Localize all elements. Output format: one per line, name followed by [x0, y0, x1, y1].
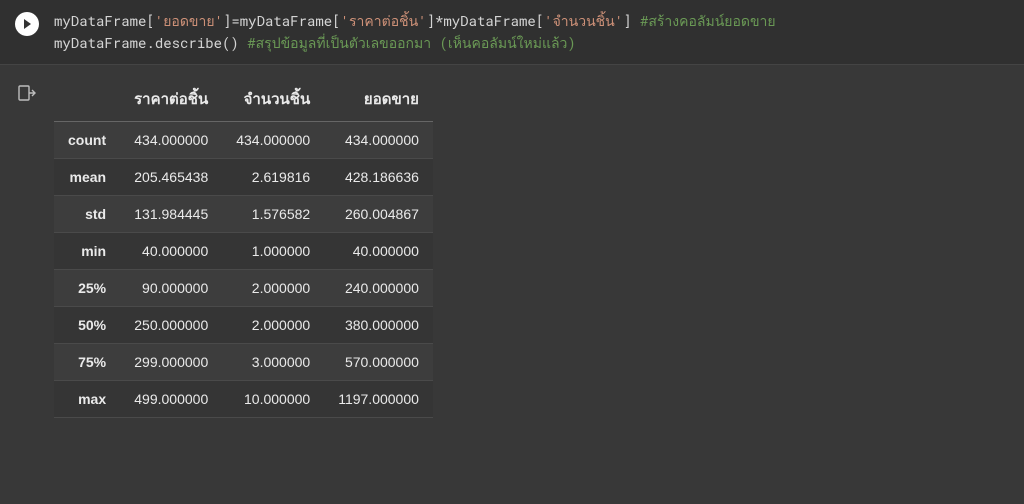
cell-value: 1.000000	[222, 233, 324, 270]
cell-value: 434.000000	[222, 122, 324, 159]
cell-value: 2.000000	[222, 307, 324, 344]
output-area: ราคาต่อชิ้น จำนวนชิ้น ยอดขาย count 434.0…	[0, 65, 1024, 418]
code-cell: myDataFrame['ยอดขาย']=myDataFrame['ราคาต…	[0, 0, 1024, 65]
code-token: ]	[623, 11, 640, 30]
table-column-header: จำนวนชิ้น	[222, 77, 324, 122]
cell-value: 260.004867	[324, 196, 433, 233]
table-row: 75% 299.000000 3.000000 570.000000	[54, 344, 433, 381]
table-row: max 499.000000 10.000000 1197.000000	[54, 381, 433, 418]
code-token-string: 'ยอดขาย'	[155, 11, 223, 30]
run-button[interactable]	[15, 12, 39, 36]
table-corner	[54, 77, 120, 122]
output-icon	[17, 83, 37, 103]
code-token: ]*myDataFrame[	[427, 11, 545, 30]
code-token: myDataFrame[	[54, 11, 155, 30]
cell-value: 40.000000	[324, 233, 433, 270]
cell-value: 131.984445	[120, 196, 222, 233]
code-token-string: 'ราคาต่อชิ้น'	[341, 11, 427, 30]
table-row: 25% 90.000000 2.000000 240.000000	[54, 270, 433, 307]
cell-gutter	[0, 10, 54, 54]
cell-value: 205.465438	[120, 159, 222, 196]
code-token: ]=myDataFrame[	[223, 11, 341, 30]
row-index: 75%	[54, 344, 120, 381]
table-row: min 40.000000 1.000000 40.000000	[54, 233, 433, 270]
row-index: std	[54, 196, 120, 233]
cell-value: 299.000000	[120, 344, 222, 381]
table-column-header: ราคาต่อชิ้น	[120, 77, 222, 122]
play-icon	[21, 18, 33, 30]
describe-table: ราคาต่อชิ้น จำนวนชิ้น ยอดขาย count 434.0…	[54, 77, 433, 418]
cell-value: 434.000000	[324, 122, 433, 159]
output-gutter	[0, 77, 54, 418]
cell-value: 1.576582	[222, 196, 324, 233]
cell-value: 570.000000	[324, 344, 433, 381]
cell-value: 434.000000	[120, 122, 222, 159]
row-index: mean	[54, 159, 120, 196]
cell-value: 250.000000	[120, 307, 222, 344]
cell-value: 10.000000	[222, 381, 324, 418]
cell-value: 40.000000	[120, 233, 222, 270]
code-token-string: 'จำนวนชิ้น'	[544, 11, 623, 30]
code-token: myDataFrame.describe()	[54, 33, 247, 52]
table-header: ราคาต่อชิ้น จำนวนชิ้น ยอดขาย	[54, 77, 433, 122]
cell-value: 90.000000	[120, 270, 222, 307]
table-body: count 434.000000 434.000000 434.000000 m…	[54, 122, 433, 418]
cell-value: 3.000000	[222, 344, 324, 381]
cell-value: 428.186636	[324, 159, 433, 196]
row-index: 25%	[54, 270, 120, 307]
cell-value: 1197.000000	[324, 381, 433, 418]
row-index: count	[54, 122, 120, 159]
code-editor[interactable]: myDataFrame['ยอดขาย']=myDataFrame['ราคาต…	[54, 10, 776, 54]
table-row: 50% 250.000000 2.000000 380.000000	[54, 307, 433, 344]
cell-value: 2.619816	[222, 159, 324, 196]
row-index: 50%	[54, 307, 120, 344]
table-row: count 434.000000 434.000000 434.000000	[54, 122, 433, 159]
output-content: ราคาต่อชิ้น จำนวนชิ้น ยอดขาย count 434.0…	[54, 77, 433, 418]
code-token-comment: #สรุปข้อมูลที่เป็นตัวเลขออกมา (เห็นคอลัม…	[247, 33, 576, 52]
row-index: min	[54, 233, 120, 270]
cell-value: 380.000000	[324, 307, 433, 344]
table-row: mean 205.465438 2.619816 428.186636	[54, 159, 433, 196]
cell-value: 240.000000	[324, 270, 433, 307]
code-token-comment: #สร้างคอลัมน์ยอดขาย	[640, 11, 776, 30]
table-column-header: ยอดขาย	[324, 77, 433, 122]
cell-value: 2.000000	[222, 270, 324, 307]
table-row: std 131.984445 1.576582 260.004867	[54, 196, 433, 233]
cell-value: 499.000000	[120, 381, 222, 418]
row-index: max	[54, 381, 120, 418]
